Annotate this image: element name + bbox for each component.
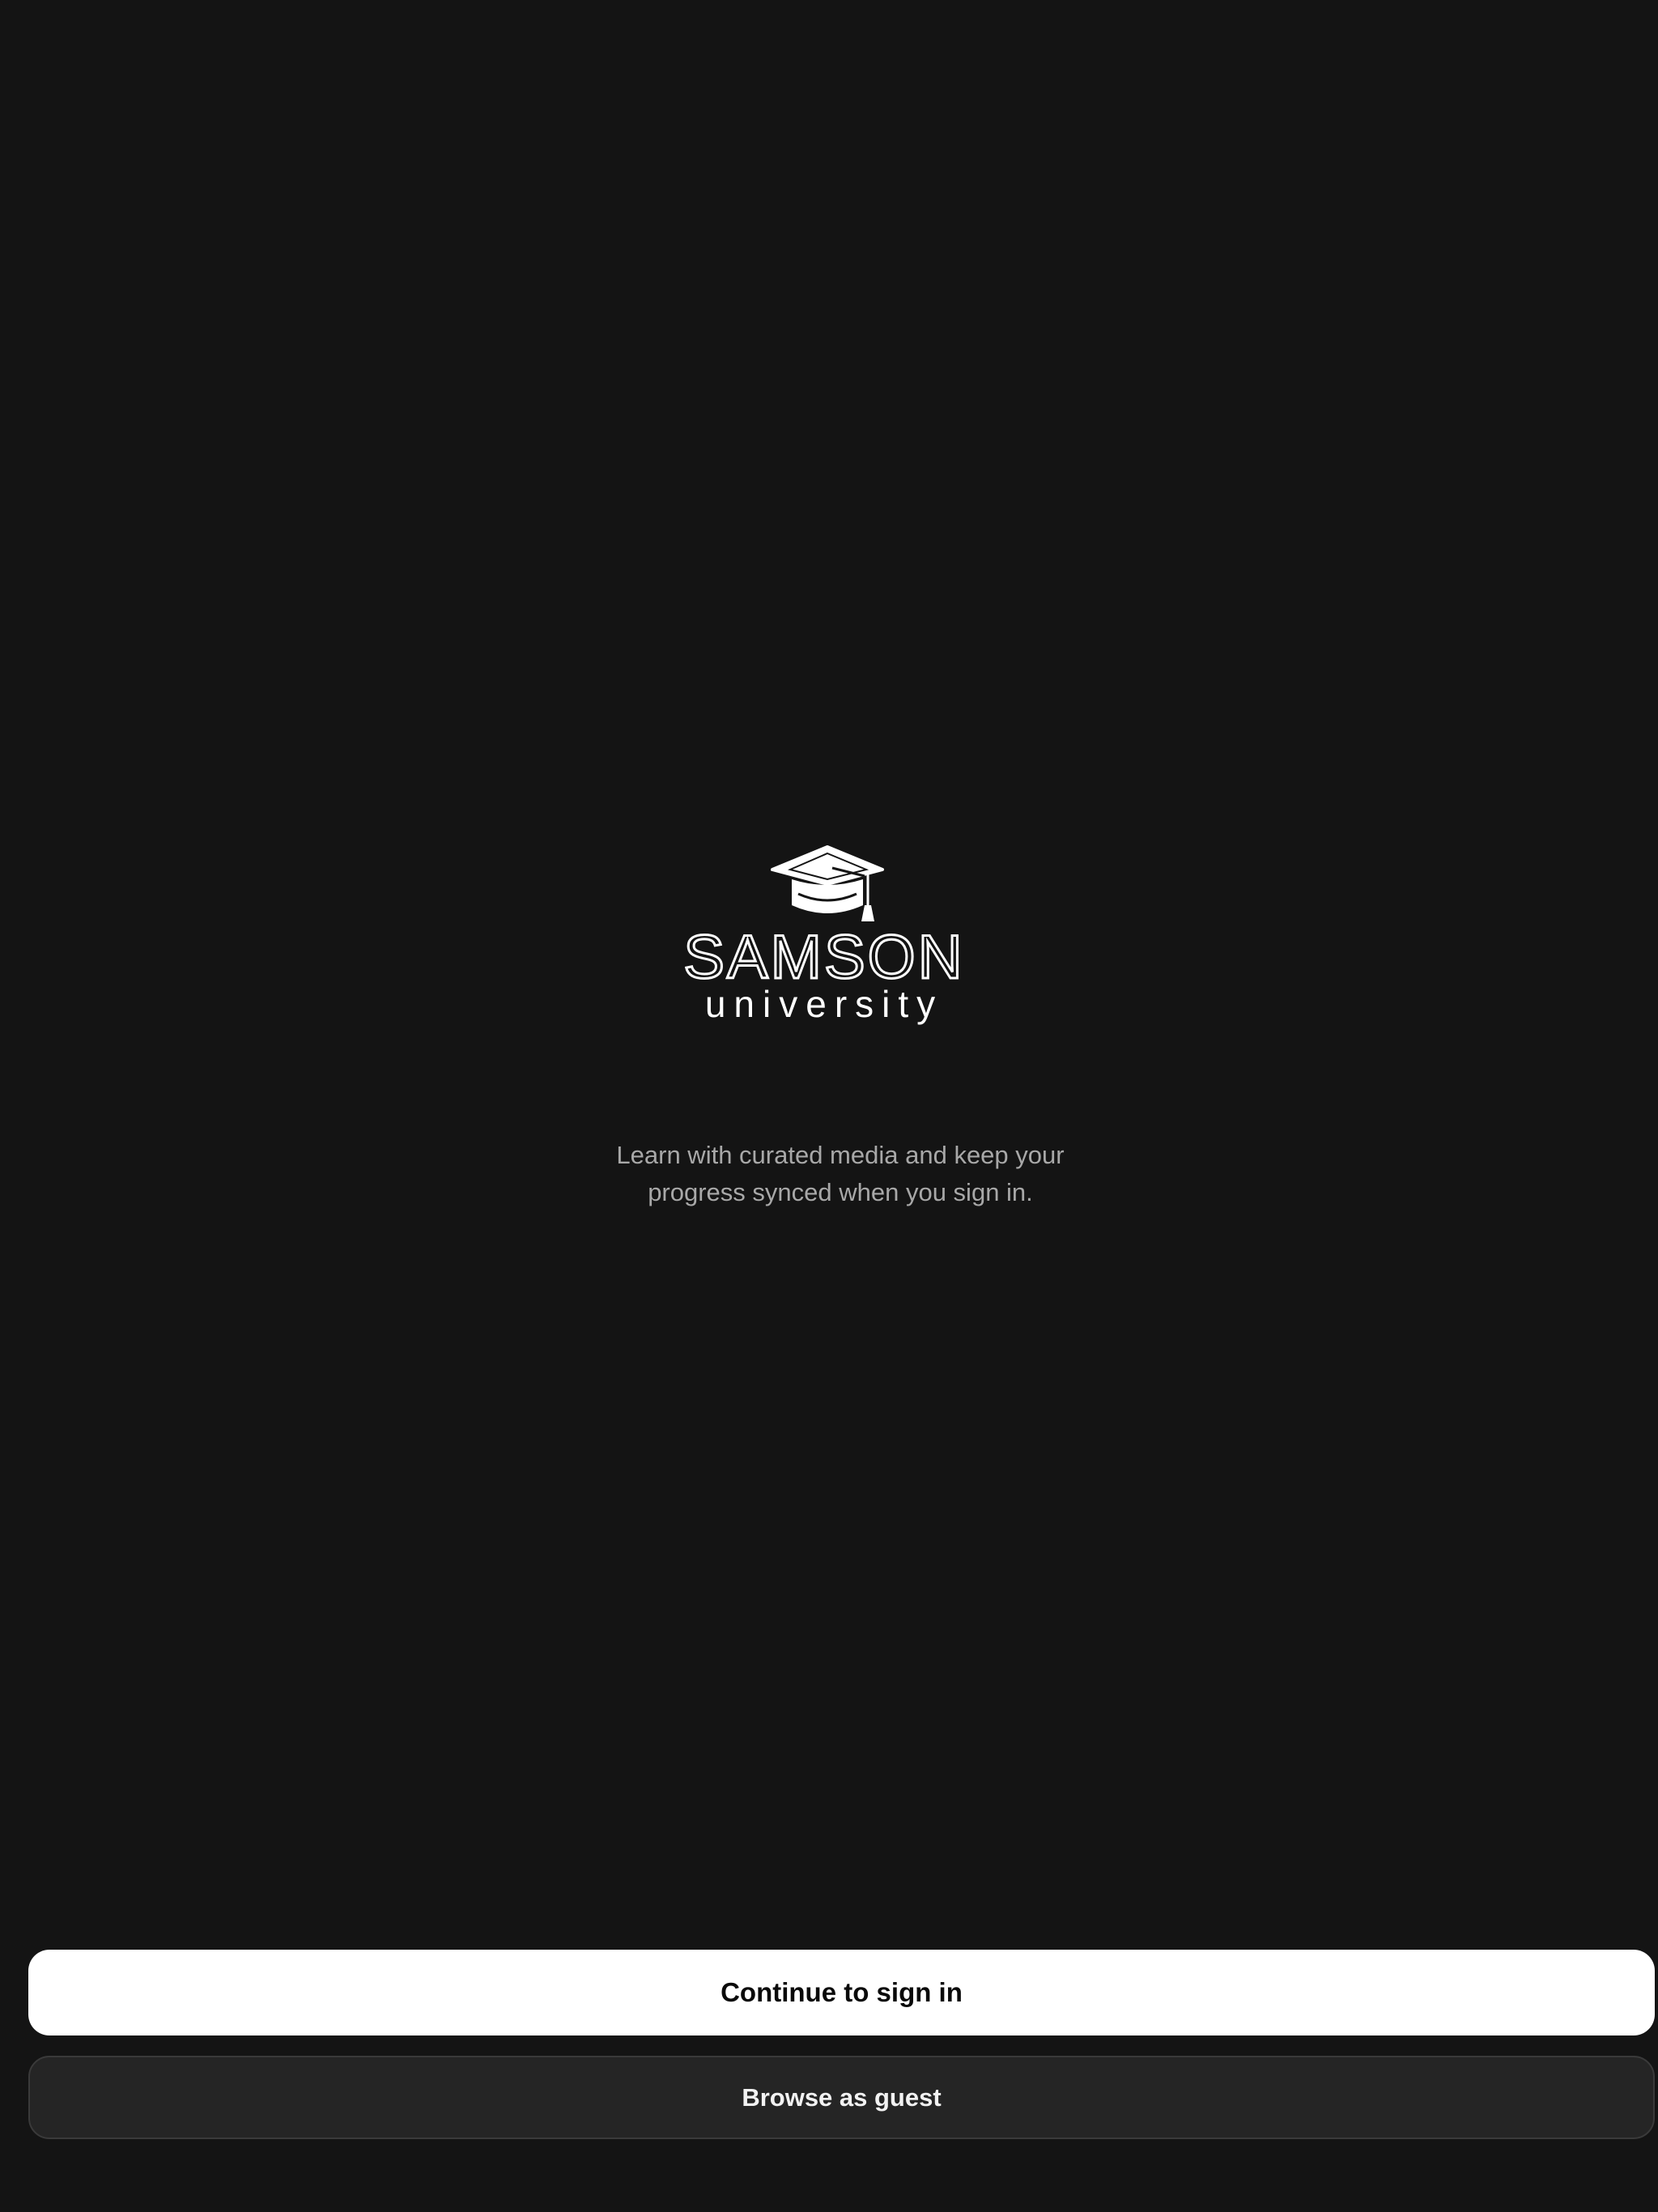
tagline-line-2: progress synced when you sign in. [648,1178,1033,1206]
svg-text:university: university [705,983,943,1025]
graduation-cap-icon [771,845,884,921]
continue-to-sign-in-button[interactable]: Continue to sign in [28,1950,1655,2035]
samson-university-logo: SAMSON university [664,840,984,1025]
browse-as-guest-button[interactable]: Browse as guest [28,2056,1655,2139]
tagline-line-1: Learn with curated media and keep your [616,1141,1065,1169]
welcome-tagline: Learn with curated media and keep your p… [546,1137,1135,1211]
svg-text:SAMSON: SAMSON [683,923,964,992]
